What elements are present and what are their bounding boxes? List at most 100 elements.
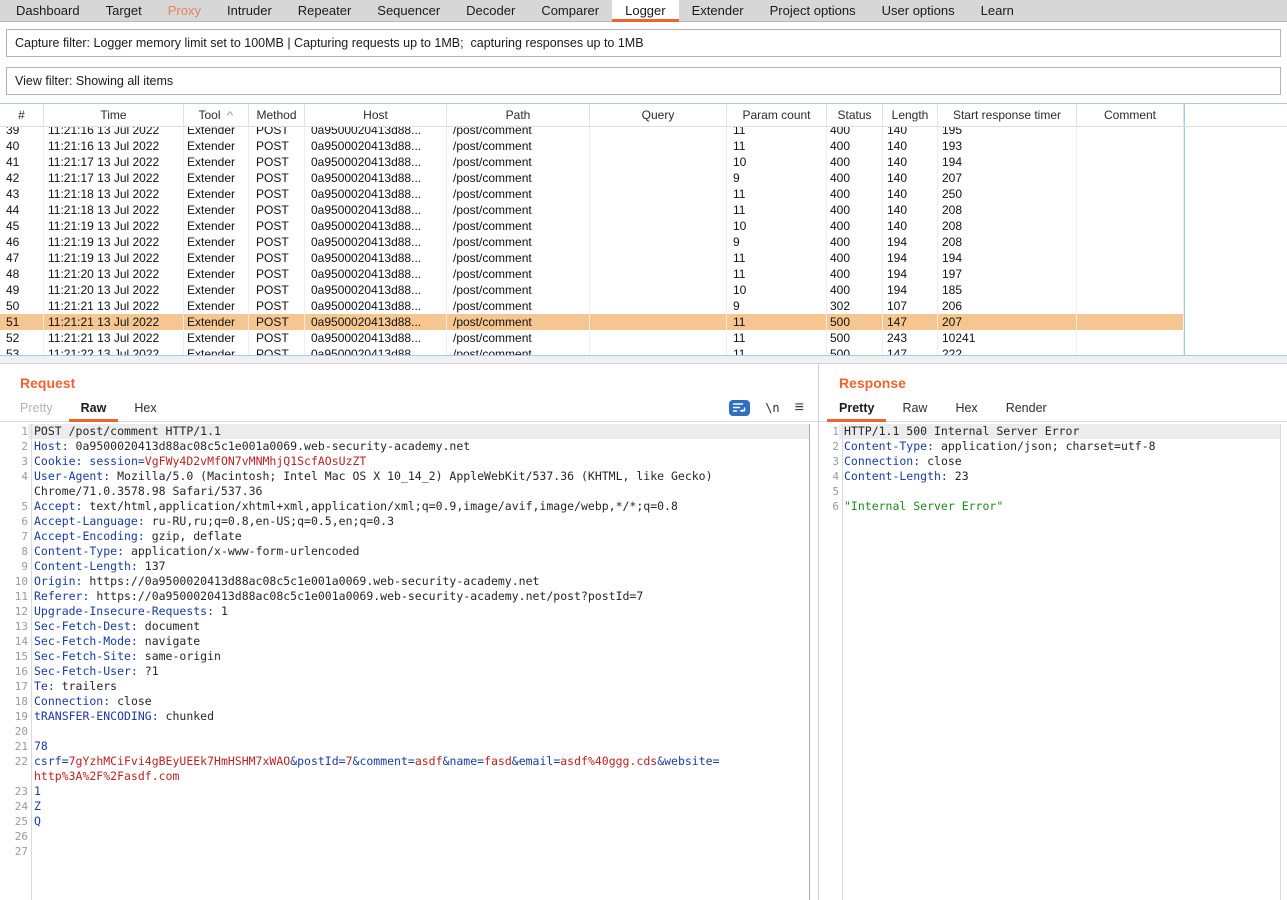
top-tab-user-options[interactable]: User options [869,0,968,21]
response-subtabs: Pretty Raw Hex Render [819,397,1287,422]
cell-filler [1184,234,1287,250]
cell-path: /post/comment [447,138,590,154]
cell-param-count: 11 [727,127,827,138]
cell-time: 11:21:21 13 Jul 2022 [44,330,184,346]
log-row-47[interactable]: 4711:21:19 13 Jul 2022ExtenderPOST0a9500… [0,250,1287,266]
request-tab-pretty[interactable]: Pretty [20,397,53,422]
editor-line: 27 [0,844,809,859]
column-header-host[interactable]: Host [305,104,447,126]
column-header-start-response-timer[interactable]: Start response timer [938,104,1077,126]
cell-filler [1184,127,1287,138]
newline-icon[interactable]: \n [765,401,779,415]
line-number: 8 [0,544,28,559]
column-header-param-count[interactable]: Param count [727,104,827,126]
cell-status: 400 [827,202,883,218]
top-tab-proxy[interactable]: Proxy [155,0,214,21]
log-row-44[interactable]: 4411:21:18 13 Jul 2022ExtenderPOST0a9500… [0,202,1287,218]
editor-line: 13Sec-Fetch-Dest: document [0,619,809,634]
response-tab-pretty[interactable]: Pretty [839,397,874,422]
log-row-52[interactable]: 5211:21:21 13 Jul 2022ExtenderPOST0a9500… [0,330,1287,346]
log-row-39[interactable]: 3911:21:16 13 Jul 2022ExtenderPOST0a9500… [0,127,1287,138]
line-number: 5 [819,484,839,499]
request-editor[interactable]: 1POST /post/comment HTTP/1.12Host: 0a950… [0,424,810,900]
response-tab-render[interactable]: Render [1006,397,1047,422]
log-row-40[interactable]: 4011:21:16 13 Jul 2022ExtenderPOST0a9500… [0,138,1287,154]
top-tab-decoder[interactable]: Decoder [453,0,528,21]
menu-icon[interactable]: ≡ [795,400,804,416]
log-row-49[interactable]: 4911:21:20 13 Jul 2022ExtenderPOST0a9500… [0,282,1287,298]
capture-filter-bar[interactable]: Capture filter: Logger memory limit set … [6,29,1281,57]
line-content: User-Agent: Mozilla/5.0 (Macintosh; Inte… [28,469,809,499]
line-content: POST /post/comment HTTP/1.1 [28,424,809,439]
cell-time: 11:21:19 13 Jul 2022 [44,234,184,250]
cell-status: 400 [827,170,883,186]
view-filter-bar[interactable]: View filter: Showing all items [6,67,1281,95]
top-tab-sequencer[interactable]: Sequencer [364,0,453,21]
line-number: 2 [819,439,839,454]
column-header-query[interactable]: Query [590,104,727,126]
cell-query [590,298,727,314]
cell-filler [1184,170,1287,186]
cell-param-count: 11 [727,138,827,154]
response-tab-raw[interactable]: Raw [902,397,927,422]
top-tab-extender[interactable]: Extender [679,0,757,21]
request-tab-hex[interactable]: Hex [134,397,156,422]
column-header-length[interactable]: Length [883,104,938,126]
response-tab-hex[interactable]: Hex [955,397,977,422]
top-tab-comparer[interactable]: Comparer [528,0,612,21]
horizontal-splitter[interactable] [0,356,1287,364]
column-label: Param count [742,108,810,122]
line-number: 24 [0,799,28,814]
cell-length: 140 [883,170,938,186]
column-header-comment[interactable]: Comment [1077,104,1184,126]
cell-filler [1184,266,1287,282]
line-content: Cookie: session=VgFWy4D2vMfON7vMNMhjQ1Sc… [28,454,809,469]
column-header-method[interactable]: Method [249,104,305,126]
top-tab-project-options[interactable]: Project options [757,0,869,21]
column-header-status[interactable]: Status [827,104,883,126]
cell-host: 0a9500020413d88... [305,127,447,138]
editor-line: 9Content-Length: 137 [0,559,809,574]
editor-line: 10Origin: https://0a9500020413d88ac08c5c… [0,574,809,589]
top-tab-learn[interactable]: Learn [968,0,1027,21]
line-number: 12 [0,604,28,619]
log-row-50[interactable]: 5011:21:21 13 Jul 2022ExtenderPOST0a9500… [0,298,1287,314]
cell-length: 194 [883,282,938,298]
log-row-53[interactable]: 5311:21:22 13 Jul 2022ExtenderPOST0a9500… [0,346,1287,356]
cell-status: 400 [827,186,883,202]
log-row-43[interactable]: 4311:21:18 13 Jul 2022ExtenderPOST0a9500… [0,186,1287,202]
response-editor[interactable]: 1HTTP/1.1 500 Internal Server Error2Cont… [819,424,1281,900]
cell-start-response-timer: 194 [938,154,1077,170]
pretty-print-icon[interactable] [729,400,750,416]
line-number: 3 [819,454,839,469]
line-content: tRANSFER-ENCODING: chunked [28,709,809,724]
column-header-number[interactable]: # [0,104,44,126]
request-tab-raw[interactable]: Raw [81,397,107,422]
top-tab-logger[interactable]: Logger [612,0,678,21]
top-tab-repeater[interactable]: Repeater [285,0,364,21]
cell-start-response-timer: 194 [938,250,1077,266]
request-editor-icons: \n ≡ [729,400,804,419]
log-row-42[interactable]: 4211:21:17 13 Jul 2022ExtenderPOST0a9500… [0,170,1287,186]
top-tab-target[interactable]: Target [93,0,155,21]
cell-path: /post/comment [447,250,590,266]
top-tab-dashboard[interactable]: Dashboard [3,0,93,21]
log-row-45[interactable]: 4511:21:19 13 Jul 2022ExtenderPOST0a9500… [0,218,1287,234]
cell-time: 11:21:16 13 Jul 2022 [44,127,184,138]
column-header-path[interactable]: Path [447,104,590,126]
editor-line: 12Upgrade-Insecure-Requests: 1 [0,604,809,619]
cell-host: 0a9500020413d88... [305,346,447,356]
cell-path: /post/comment [447,282,590,298]
column-header-time[interactable]: Time [44,104,184,126]
log-row-51[interactable]: 5111:21:21 13 Jul 2022ExtenderPOST0a9500… [0,314,1287,330]
log-row-41[interactable]: 4111:21:17 13 Jul 2022ExtenderPOST0a9500… [0,154,1287,170]
line-number: 10 [0,574,28,589]
log-row-46[interactable]: 4611:21:19 13 Jul 2022ExtenderPOST0a9500… [0,234,1287,250]
cell-id: 41 [0,154,44,170]
cell-host: 0a9500020413d88... [305,314,447,330]
log-row-48[interactable]: 4811:21:20 13 Jul 2022ExtenderPOST0a9500… [0,266,1287,282]
top-tab-intruder[interactable]: Intruder [214,0,285,21]
cell-query [590,154,727,170]
column-header-tool[interactable]: Tool^ [184,104,249,126]
line-content: 78 [28,739,809,754]
